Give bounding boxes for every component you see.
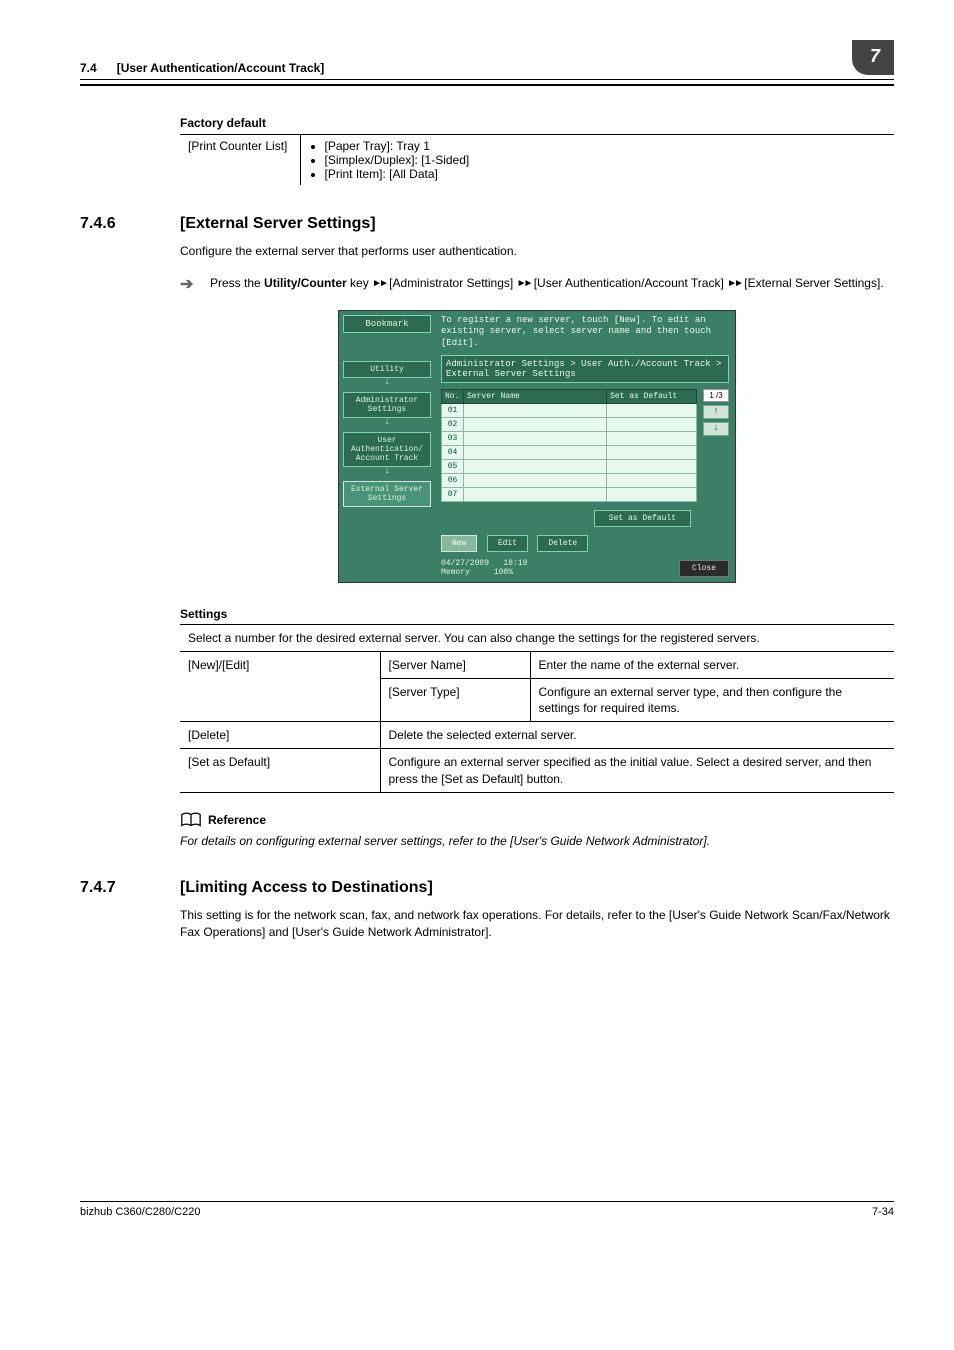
table-row[interactable]: 01 [442,403,697,417]
edit-button[interactable]: Edit [487,535,528,552]
header-section-no: 7.4 [80,61,97,75]
settings-set-default-label: [Set as Default] [180,749,380,792]
settings-table: Select a number for the desired external… [180,624,894,793]
row-no: 04 [442,445,464,459]
panel-sidebar: Bookmark Utility ↓ Administrator Setting… [339,311,435,581]
th-set-default: Set as Default [607,389,697,403]
footer-left: bizhub C360/C280/C220 [80,1206,200,1218]
page-up-button[interactable]: ↑ [703,405,729,419]
factory-item: [Print Item]: [All Data] [325,167,887,181]
nav-seg: key [347,276,372,290]
row-no: 05 [442,459,464,473]
settings-server-type-desc: Configure an external server type, and t… [530,678,894,721]
chevron-icon: ►► [517,278,531,289]
page-footer: bizhub C360/C280/C220 7-34 [80,1201,894,1218]
section-746-heading: 7.4.6 [External Server Settings] [80,215,894,233]
sidebar-item-admin-settings[interactable]: Administrator Settings [343,392,431,418]
header-title: 7.4 [User Authentication/Account Track] [80,61,324,75]
factory-col1: [Print Counter List] [180,135,300,186]
factory-item: [Paper Tray]: Tray 1 [325,139,887,153]
settings-new-edit-label: [New]/[Edit] [180,651,380,722]
nav-seg: [External Server Settings]. [741,276,884,290]
down-arrow-icon: ↓ [343,377,431,388]
row-no: 06 [442,473,464,487]
nav-key: Utility/Counter [264,276,347,290]
section-747-heading: 7.4.7 [Limiting Access to Destinations] [80,879,894,897]
delete-button[interactable]: Delete [537,535,588,552]
panel-instruction: To register a new server, touch [New]. T… [441,315,729,349]
reference-text: For details on configuring external serv… [180,833,894,849]
settings-server-name-label: [Server Name] [380,651,530,678]
rule-thin [80,79,894,80]
settings-intro: Select a number for the desired external… [180,624,894,651]
sidebar-item-user-auth[interactable]: User Authentication/ Account Track [343,432,431,467]
settings-delete-label: [Delete] [180,722,380,749]
table-row[interactable]: 05 [442,459,697,473]
table-row[interactable]: 07 [442,487,697,501]
sidebar-item-utility[interactable]: Utility [343,361,431,378]
table-row[interactable]: 06 [442,473,697,487]
rule-thick [80,84,894,86]
factory-default-table: [Print Counter List] [Paper Tray]: Tray … [180,134,894,185]
settings-delete-desc: Delete the selected external server. [380,722,894,749]
pager-count: 1 /3 [703,389,729,402]
screenshot-panel: Bookmark Utility ↓ Administrator Setting… [338,310,736,582]
settings-set-default-desc: Configure an external server specified a… [380,749,894,792]
row-no: 07 [442,487,464,501]
section-title: [Limiting Access to Destinations] [180,879,433,897]
chapter-tab: 7 [852,40,894,75]
nav-prefix: Press the [210,276,264,290]
status-mem-value: 100% [494,568,513,577]
panel-breadcrumb: Administrator Settings > User Auth./Acco… [441,355,729,383]
status-time: 18:19 [503,559,527,568]
row-no: 02 [442,417,464,431]
down-arrow-icon: ↓ [343,466,431,477]
down-arrow-icon: ↓ [343,417,431,428]
sidebar-item-external-server[interactable]: External Server Settings [343,481,431,507]
page-header: 7.4 [User Authentication/Account Track] … [80,40,894,75]
th-no: No. [442,389,464,403]
book-icon [180,811,202,829]
th-server-name: Server Name [464,389,607,403]
bookmark-tab[interactable]: Bookmark [343,315,431,333]
settings-server-name-desc: Enter the name of the external server. [530,651,894,678]
chevron-icon: ►► [372,278,386,289]
navigation-path-text: Press the Utility/Counter key ►► [Admini… [210,274,894,296]
navigation-path: ➔ Press the Utility/Counter key ►► [Admi… [180,274,894,296]
server-table: No. Server Name Set as Default 01 02 03 … [441,389,697,502]
section-title: [External Server Settings] [180,215,376,233]
table-row[interactable]: 04 [442,445,697,459]
panel-main: To register a new server, touch [New]. T… [435,311,735,581]
section-746-intro: Configure the external server that perfo… [180,243,894,260]
row-no: 03 [442,431,464,445]
header-section-title: [User Authentication/Account Track] [117,61,325,75]
settings-heading: Settings [180,607,894,621]
nav-seg: [Administrator Settings] [386,276,517,290]
new-button[interactable]: New [441,535,477,552]
table-row[interactable]: 03 [442,431,697,445]
section-number: 7.4.6 [80,215,180,233]
status-date: 04/27/2009 [441,559,489,568]
settings-server-type-label: [Server Type] [380,678,530,721]
set-as-default-button[interactable]: Set as Default [594,510,691,527]
chevron-icon: ►► [727,278,741,289]
footer-right: 7-34 [872,1206,894,1218]
page-down-button[interactable]: ↓ [703,422,729,436]
pager: 1 /3 ↑ ↓ [703,389,729,502]
row-no: 01 [442,403,464,417]
factory-item: [Simplex/Duplex]: [1-Sided] [325,153,887,167]
table-row[interactable]: 02 [442,417,697,431]
section-number: 7.4.7 [80,879,180,897]
reference-label: Reference [208,813,266,827]
factory-col2: [Paper Tray]: Tray 1 [Simplex/Duplex]: [… [300,135,894,186]
panel-status: 04/27/2009 18:19 Memory 100% [441,560,527,578]
nav-seg: [User Authentication/Account Track] [530,276,727,290]
arrow-icon: ➔ [180,274,210,296]
reference-row: Reference [180,811,894,829]
section-747-body: This setting is for the network scan, fa… [180,907,894,941]
close-button[interactable]: Close [679,560,729,577]
factory-default-heading: Factory default [180,116,894,130]
status-mem-label: Memory [441,568,470,577]
